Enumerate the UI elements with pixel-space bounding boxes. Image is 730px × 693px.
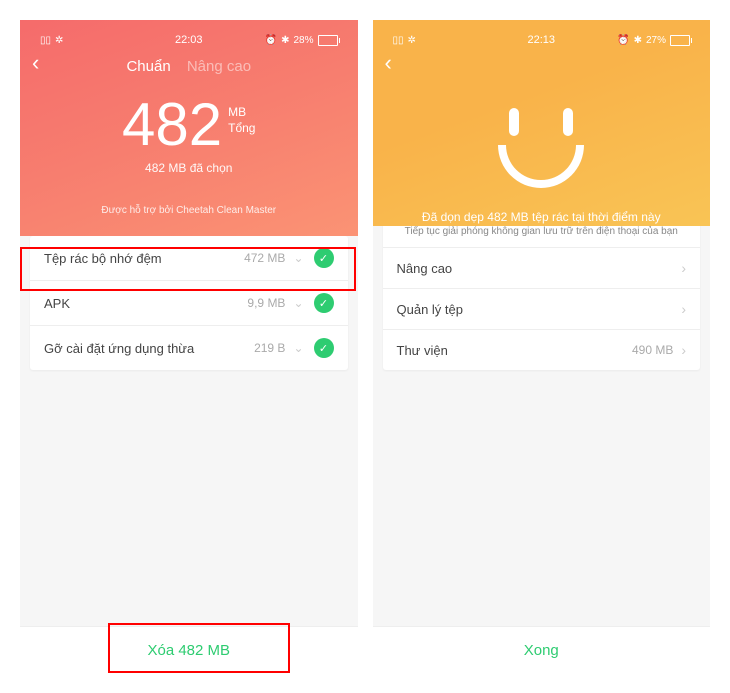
row-size: 9,9 MB (247, 296, 285, 310)
status-time: 22:03 (175, 34, 203, 46)
option-advanced[interactable]: Nâng cao › (383, 248, 701, 289)
done-button-label: Xong (524, 642, 559, 659)
back-button[interactable]: ‹ (32, 50, 39, 76)
bluetooth-icon: ✱ (634, 35, 642, 46)
chevron-down-icon: ⌄ (293, 341, 303, 355)
battery-icon (318, 35, 338, 46)
check-icon[interactable]: ✓ (314, 338, 334, 358)
junk-size-unit: MB (228, 105, 255, 121)
junk-row-cache[interactable]: Tệp rác bộ nhớ đệm 472 MB ⌄ ✓ (30, 236, 348, 281)
junk-total-label: Tổng (228, 121, 255, 137)
back-button[interactable]: ‹ (385, 50, 392, 76)
cleaned-message: Đã dọn dẹp 482 MB tệp rác tại thời điểm … (385, 210, 699, 224)
row-label: Thư viện (397, 343, 632, 358)
junk-row-uninstall[interactable]: Gỡ cài đặt ứng dụng thừa 219 B ⌄ ✓ (30, 326, 348, 370)
bluetooth-icon: ✱ (281, 35, 289, 46)
status-time: 22:13 (527, 34, 555, 46)
row-label: Quản lý tệp (397, 302, 682, 317)
junk-total: 482 MB Tổng (32, 95, 346, 155)
wifi-icon: ✲ (55, 35, 63, 46)
option-file-manager[interactable]: Quản lý tệp › (383, 289, 701, 330)
sponsor-label: Được hỗ trợ bởi Cheetah Clean Master (32, 205, 346, 216)
alarm-icon: ⏰ (617, 35, 629, 46)
chevron-down-icon: ⌄ (293, 251, 303, 265)
tab-standard[interactable]: Chuẩn (126, 58, 170, 75)
row-label: APK (44, 296, 247, 311)
tab-advanced[interactable]: Nâng cao (187, 58, 251, 75)
option-library[interactable]: Thư viện 490 MB › (383, 330, 701, 370)
signal-icon: ▯▯ (393, 35, 404, 46)
selected-label: 482 MB đã chọn (32, 161, 346, 175)
row-label: Nâng cao (397, 261, 682, 276)
clean-button-label: Xóa 482 MB (147, 642, 230, 659)
check-icon[interactable]: ✓ (314, 248, 334, 268)
wifi-icon: ✲ (408, 35, 416, 46)
smile-icon (481, 108, 601, 188)
chevron-right-icon: › (681, 301, 686, 317)
chevron-right-icon: › (681, 342, 686, 358)
chevron-down-icon: ⌄ (293, 296, 303, 310)
junk-row-apk[interactable]: APK 9,9 MB ⌄ ✓ (30, 281, 348, 326)
alarm-icon: ⏰ (265, 35, 277, 46)
status-bar: ▯▯ ✲ 22:03 ⏰ ✱ 28% (32, 30, 346, 50)
status-bar: ▯▯ ✲ 22:13 ⏰ ✱ 27% (385, 30, 699, 50)
check-icon[interactable]: ✓ (314, 293, 334, 313)
junk-size-value: 482 (122, 95, 222, 155)
row-label: Tệp rác bộ nhớ đệm (44, 251, 244, 266)
battery-pct: 27% (646, 35, 666, 46)
clean-button[interactable]: Xóa 482 MB (20, 626, 358, 673)
chevron-right-icon: › (681, 260, 686, 276)
signal-icon: ▯▯ (40, 35, 51, 46)
done-button[interactable]: Xong (373, 626, 711, 673)
row-size: 490 MB (632, 343, 673, 357)
row-size: 472 MB (244, 251, 285, 265)
tabs: Chuẩn Nâng cao (32, 58, 346, 75)
row-label: Gỡ cài đặt ứng dụng thừa (44, 341, 254, 356)
battery-icon (670, 35, 690, 46)
battery-pct: 28% (293, 35, 313, 46)
row-size: 219 B (254, 341, 285, 355)
